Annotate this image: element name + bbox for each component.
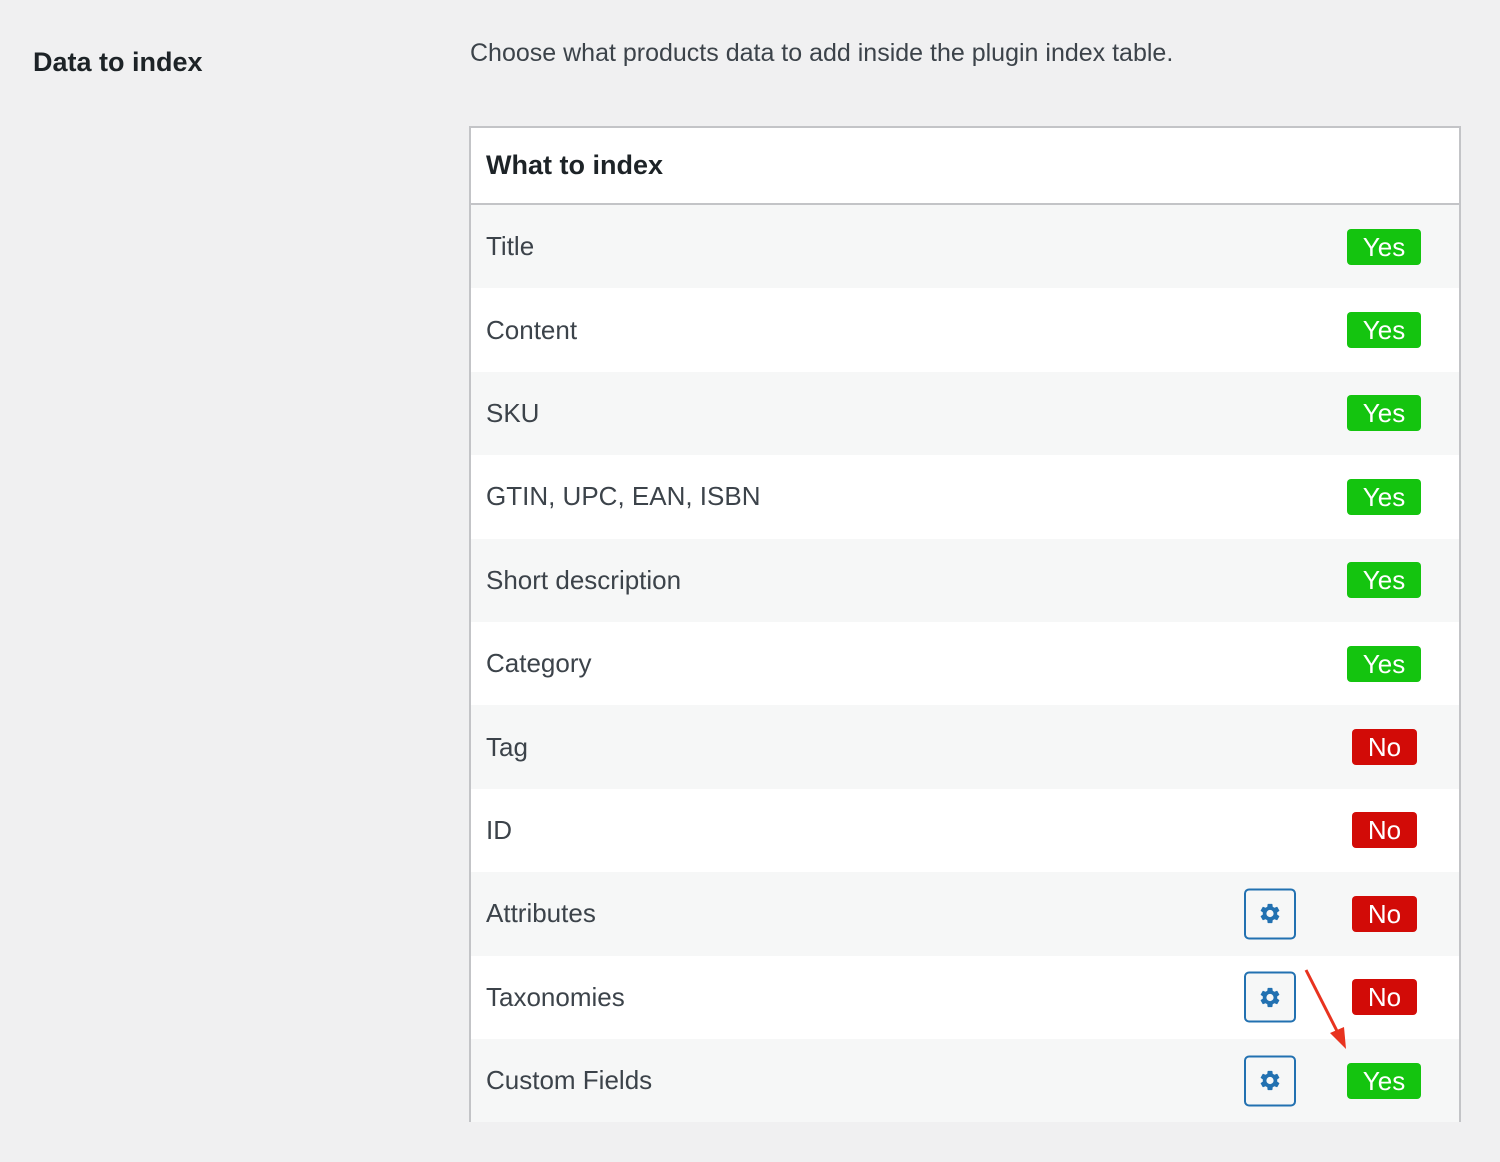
table-row: Title Yes	[471, 205, 1459, 289]
status-toggle[interactable]: No	[1352, 729, 1417, 766]
settings-button[interactable]	[1244, 888, 1296, 940]
status-toggle[interactable]: Yes	[1347, 228, 1421, 265]
row-label: Tag	[486, 731, 528, 762]
status-toggle[interactable]: Yes	[1347, 562, 1421, 599]
table-row: ID No	[471, 788, 1459, 873]
table-row: Tag No	[471, 705, 1459, 789]
table-row: GTIN, UPC, EAN, ISBN Yes	[471, 455, 1459, 539]
status-toggle[interactable]: Yes	[1347, 395, 1421, 432]
status-toggle[interactable]: No	[1352, 895, 1417, 932]
row-label: SKU	[486, 397, 540, 428]
row-label: Category	[486, 648, 592, 679]
status-toggle[interactable]: Yes	[1347, 645, 1421, 682]
status-toggle[interactable]: Yes	[1347, 478, 1421, 515]
field-description: Choose what products data to add inside …	[470, 39, 1174, 67]
table-row: Attributes No	[471, 872, 1459, 956]
table-row: Custom Fields Yes	[471, 1038, 1459, 1123]
row-label: Attributes	[486, 898, 596, 929]
status-toggle[interactable]: No	[1352, 979, 1417, 1016]
row-label: GTIN, UPC, EAN, ISBN	[486, 481, 761, 512]
gear-icon	[1260, 1070, 1280, 1091]
settings-button[interactable]	[1244, 971, 1296, 1023]
table-row: Category Yes	[471, 621, 1459, 706]
gear-icon	[1260, 987, 1280, 1007]
field-label: Data to index	[33, 47, 203, 77]
index-table: What to index Title Yes Content Yes SKU Yes GT…	[469, 126, 1461, 1123]
status-toggle[interactable]: No	[1352, 812, 1417, 849]
table-row: Content Yes	[471, 288, 1459, 372]
row-label: Short description	[486, 564, 682, 595]
table-body: Title Yes Content Yes SKU Yes GTIN, UPC, EAN, …	[471, 205, 1459, 1123]
row-label: Taxonomies	[486, 981, 625, 1012]
table-row: Taxonomies No	[471, 955, 1459, 1039]
row-label: Title	[486, 231, 535, 262]
status-toggle[interactable]: Yes	[1347, 312, 1421, 349]
row-label: ID	[486, 814, 512, 845]
status-toggle[interactable]: Yes	[1347, 1062, 1421, 1099]
settings-button[interactable]	[1244, 1055, 1296, 1107]
row-label: Custom Fields	[486, 1065, 653, 1096]
table-header: What to index	[471, 128, 1459, 205]
row-label: Content	[486, 314, 578, 345]
gear-icon	[1260, 904, 1280, 924]
table-row: Short description Yes	[471, 538, 1459, 622]
table-row: SKU Yes	[471, 371, 1459, 456]
